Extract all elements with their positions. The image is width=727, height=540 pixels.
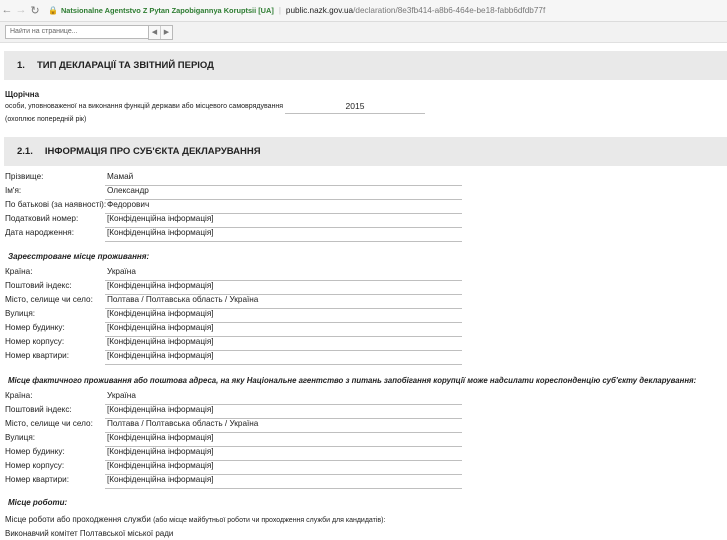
field-value: [Конфіденційна інформація] bbox=[105, 323, 462, 337]
field-label: Вулиця: bbox=[5, 309, 36, 318]
field-label: Поштовий індекс: bbox=[5, 405, 72, 414]
field-label: Ім'я: bbox=[5, 186, 22, 195]
section-header-subject-info: 2.1. ІНФОРМАЦІЯ ПРО СУБ'ЄКТА ДЕКЛАРУВАННЯ bbox=[4, 137, 727, 166]
reporting-year: 2015 bbox=[285, 101, 425, 114]
field-label: Номер корпусу: bbox=[5, 461, 65, 470]
field-value: [Конфіденційна інформація] bbox=[105, 309, 462, 323]
field-value: [Конфіденційна інформація] bbox=[105, 351, 462, 365]
field-label: Номер корпусу: bbox=[5, 337, 65, 346]
address-divider: | bbox=[278, 6, 281, 15]
lock-icon: 🔒 bbox=[48, 6, 58, 15]
actual-address-heading: Місце фактичного проживання або поштова … bbox=[8, 376, 697, 385]
field-value: [Конфіденційна інформація] bbox=[105, 337, 462, 351]
field-value: Полтава / Полтавська область / Україна bbox=[105, 295, 462, 309]
field-value: [Конфіденційна інформація] bbox=[105, 405, 462, 419]
field-label: По батькові (за наявності): bbox=[5, 200, 107, 209]
section-number: 2.1. bbox=[17, 146, 33, 157]
address-field[interactable]: 🔒 Natsionalne Agentstvo Z Pytan Zapobiga… bbox=[48, 3, 545, 19]
work-note: (або місце майбутньої роботи чи проходже… bbox=[153, 517, 386, 524]
find-nav-buttons: ◀ ▶ bbox=[148, 25, 173, 40]
site-identity: Natsionalne Agentstvo Z Pytan Zapobigann… bbox=[60, 6, 274, 15]
field-label: Місто, селище чи село: bbox=[5, 419, 93, 428]
field-label: Номер будинку: bbox=[5, 323, 65, 332]
field-label: Номер квартири: bbox=[5, 475, 69, 484]
field-label: Номер будинку: bbox=[5, 447, 65, 456]
field-label: Країна: bbox=[5, 391, 33, 400]
field-value: [Конфіденційна інформація] bbox=[105, 228, 462, 242]
field-label: Вулиця: bbox=[5, 433, 36, 442]
field-value: Україна bbox=[105, 267, 462, 281]
url-host: public.nazk.gov.ua bbox=[285, 6, 354, 15]
field-label: Місто, селище чи село: bbox=[5, 295, 93, 304]
field-value: Мамай bbox=[105, 172, 462, 186]
find-input[interactable] bbox=[5, 25, 150, 39]
field-label: Прізвище: bbox=[5, 172, 44, 181]
registered-address-heading: Зареєстроване місце проживання: bbox=[8, 252, 150, 261]
declaration-type: Щорічна bbox=[5, 90, 40, 99]
field-value: [Конфіденційна інформація] bbox=[105, 475, 462, 489]
reload-icon[interactable]: ↻ bbox=[28, 4, 42, 17]
work-heading: Місце роботи: bbox=[8, 498, 68, 507]
field-value: [Конфіденційна інформація] bbox=[105, 281, 462, 295]
field-value: [Конфіденційна інформація] bbox=[105, 214, 462, 228]
field-value: [Конфіденційна інформація] bbox=[105, 461, 462, 475]
url-path: /declaration/8e3fb414-a8b6-464e-be18-fab… bbox=[353, 6, 546, 15]
field-label: Номер квартири: bbox=[5, 351, 69, 360]
field-value: [Конфіденційна інформація] bbox=[105, 433, 462, 447]
field-value: Олександр bbox=[105, 186, 462, 200]
field-label: Поштовий індекс: bbox=[5, 281, 72, 290]
forward-arrow-icon[interactable]: → bbox=[14, 0, 28, 21]
find-next-icon[interactable]: ▶ bbox=[160, 26, 172, 39]
field-value: [Конфіденційна інформація] bbox=[105, 447, 462, 461]
section-number: 1. bbox=[17, 60, 25, 71]
declaration-type-desc: особи, уповноваженої на виконання функці… bbox=[5, 103, 283, 110]
field-value: Полтава / Полтавська область / Україна bbox=[105, 419, 462, 433]
period-note: (охоплює попередній рік) bbox=[5, 116, 87, 123]
work-label: Місце роботи або проходження служби (або… bbox=[5, 515, 385, 524]
field-label: Податковий номер: bbox=[5, 214, 79, 223]
section-header-declaration-type: 1. ТИП ДЕКЛАРАЦІЇ ТА ЗВІТНИЙ ПЕРІОД bbox=[4, 51, 727, 80]
work-label-text: Місце роботи або проходження служби bbox=[5, 515, 151, 524]
section-title: ІНФОРМАЦІЯ ПРО СУБ'ЄКТА ДЕКЛАРУВАННЯ bbox=[44, 146, 261, 157]
section-title: ТИП ДЕКЛАРАЦІЇ ТА ЗВІТНИЙ ПЕРІОД bbox=[36, 60, 214, 71]
field-value: Федорович bbox=[105, 200, 462, 214]
field-label: Країна: bbox=[5, 267, 33, 276]
browser-url-bar: ← → ↻ 🔒 Natsionalne Agentstvo Z Pytan Za… bbox=[0, 0, 727, 22]
work-value: Виконавчий комітет Полтавської міської р… bbox=[5, 529, 174, 538]
field-label: Дата народження: bbox=[5, 228, 74, 237]
field-value: Україна bbox=[105, 391, 462, 405]
back-arrow-icon[interactable]: ← bbox=[0, 0, 14, 21]
find-bar: ◀ ▶ bbox=[0, 22, 727, 43]
find-prev-icon[interactable]: ◀ bbox=[149, 26, 160, 39]
